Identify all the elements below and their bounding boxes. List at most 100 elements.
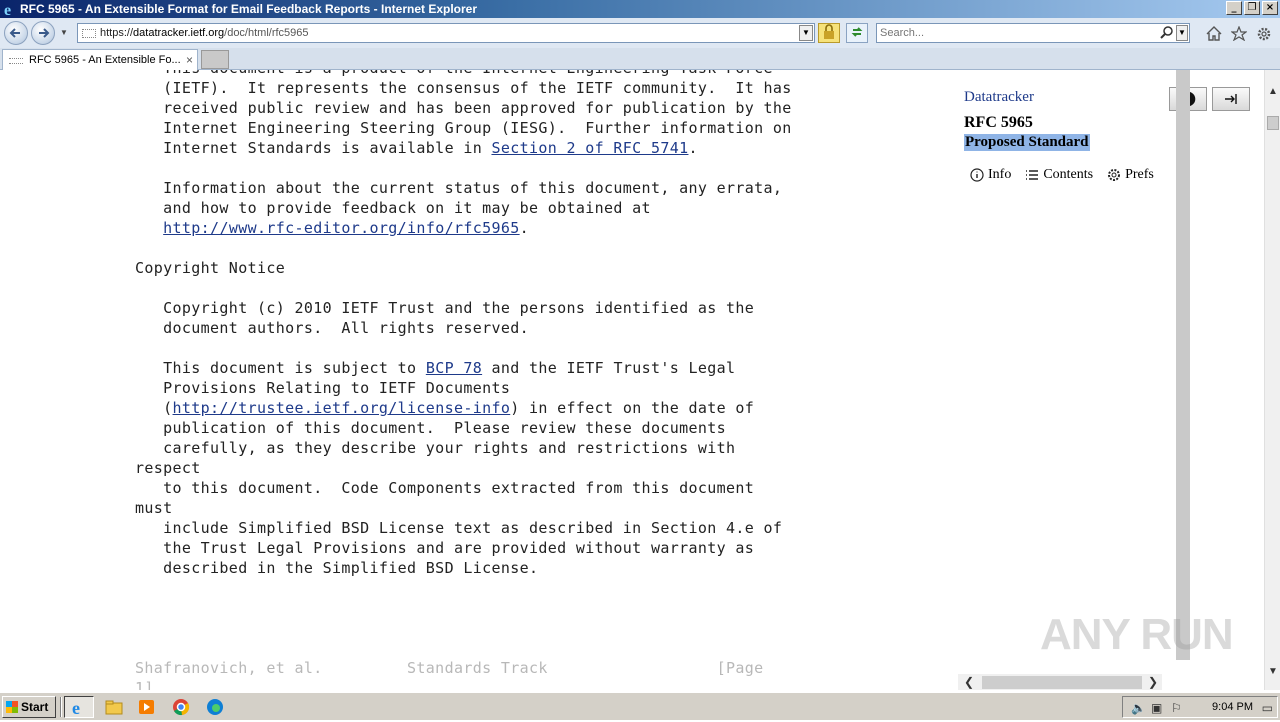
navigation-bar: ▼ https://datatracker.ietf.org/doc/html/…	[0, 18, 1280, 48]
doc-line: This document is subject to BCP 78 and t…	[135, 359, 736, 377]
status-badge: Proposed Standard	[964, 134, 1090, 151]
list-icon	[1026, 170, 1039, 180]
document-sidebar: Datatracker RFC 5965 Proposed Standard I…	[948, 70, 1250, 690]
doc-line: the Trust Legal Provisions and are provi…	[135, 539, 755, 557]
settings-gear-icon[interactable]	[1256, 26, 1272, 41]
doc-line	[135, 578, 792, 598]
tab-label: RFC 5965 - An Extensible Fo...	[29, 54, 181, 66]
arrow-right-bar-icon	[1225, 94, 1237, 104]
home-icon[interactable]	[1206, 26, 1222, 41]
forward-arrow-icon	[39, 28, 50, 38]
clock[interactable]: 9:04 PM	[1212, 701, 1253, 713]
datatracker-link[interactable]: Datatracker	[964, 89, 1034, 106]
link-bcp78[interactable]: BCP 78	[426, 359, 482, 377]
minimize-button[interactable]: _	[1226, 1, 1242, 15]
doc-line: http://www.rfc-editor.org/info/rfc5965.	[163, 219, 530, 237]
svg-text:e: e	[4, 2, 11, 17]
doc-line: must	[135, 499, 173, 517]
sidebar-vertical-scrollbar[interactable]	[1176, 70, 1190, 660]
prefs-link[interactable]: Prefs	[1107, 167, 1154, 183]
address-bar[interactable]: https://datatracker.ietf.org/doc/html/rf…	[77, 23, 815, 43]
chrome-icon[interactable]	[171, 698, 191, 716]
info-icon	[970, 168, 984, 182]
doc-line: Information about the current status of …	[135, 179, 783, 197]
search-icon[interactable]	[1160, 26, 1174, 40]
doc-line: Provisions Relating to IETF Documents	[135, 379, 511, 397]
rfc-number: RFC 5965	[964, 114, 1033, 131]
title-bar: e RFC 5965 - An Extensible Format for Em…	[0, 0, 1280, 18]
doc-line: publication of this document. Please rev…	[135, 419, 726, 437]
search-box[interactable]: ▼	[876, 23, 1190, 43]
doc-line: described in the Simplified BSD License.	[135, 559, 539, 577]
contents-link[interactable]: Contents	[1025, 167, 1093, 183]
window-title: RFC 5965 - An Extensible Format for Emai…	[20, 2, 478, 16]
internet-explorer-icon: e	[72, 698, 80, 718]
windows-logo-icon	[6, 701, 18, 713]
search-dropdown-icon[interactable]: ▼	[1176, 25, 1188, 41]
doc-line: respect	[135, 459, 201, 477]
edge-icon[interactable]	[205, 698, 225, 716]
action-center-flag-icon[interactable]: ⚐	[1171, 701, 1182, 715]
doc-line: and how to provide feedback on it may be…	[135, 199, 651, 217]
doc-line: document authors. All rights reserved.	[135, 319, 529, 337]
media-player-icon[interactable]	[137, 698, 157, 716]
doc-line	[135, 158, 792, 178]
tab-rfc5965[interactable]: RFC 5965 - An Extensible Fo... ×	[2, 49, 198, 70]
taskbar: Start e 🔈 ▣ ⚐ 9:04 PM ▭	[0, 692, 1280, 720]
url-text[interactable]: https://datatracker.ietf.org/doc/html/rf…	[100, 27, 309, 39]
doc-line: (http://trustee.ietf.org/license-info) i…	[135, 399, 755, 417]
history-dropdown-icon[interactable]: ▼	[60, 28, 68, 37]
show-desktop-icon[interactable]: ▭	[1262, 701, 1273, 715]
link-rfc-editor-info[interactable]: http://www.rfc-editor.org/info/rfc5965	[163, 219, 519, 237]
search-input[interactable]	[880, 26, 1150, 40]
doc-line	[135, 238, 792, 258]
system-tray: 🔈 ▣ ⚐ 9:04 PM ▭	[1122, 696, 1278, 718]
favorites-star-icon[interactable]	[1231, 26, 1247, 41]
gear-icon	[1108, 169, 1121, 181]
sidebar-horizontal-scrollbar[interactable]: ❮ ❯	[958, 674, 1162, 690]
refresh-icon[interactable]	[846, 23, 868, 43]
tab-page-icon	[9, 58, 23, 64]
doc-line: received public review and has been appr…	[135, 99, 792, 117]
internet-explorer-icon: e	[4, 2, 11, 17]
copyright-heading: Copyright Notice	[135, 259, 286, 277]
close-button[interactable]: ×	[1262, 1, 1278, 15]
svg-text:e: e	[72, 698, 80, 716]
scroll-down-icon[interactable]: ▼	[1268, 666, 1278, 677]
taskbar-ie-button[interactable]: e	[64, 696, 94, 718]
doc-line: Internet Standards is available in Secti…	[135, 139, 698, 157]
restore-button[interactable]: ❐	[1244, 1, 1260, 15]
page-icon	[82, 29, 96, 38]
doc-line: include Simplified BSD License text as d…	[135, 519, 783, 537]
volume-icon[interactable]: 🔈	[1131, 701, 1146, 715]
lock-icon[interactable]	[818, 23, 840, 43]
info-link[interactable]: Info	[970, 167, 1011, 183]
link-section-2-rfc5741[interactable]: Section 2 of RFC 5741	[491, 139, 688, 157]
scroll-right-icon[interactable]: ❯	[1148, 675, 1158, 689]
scroll-up-icon[interactable]: ▲	[1268, 86, 1278, 97]
tab-bar: RFC 5965 - An Extensible Fo... ×	[0, 48, 1280, 70]
doc-line	[135, 338, 792, 358]
new-tab-button[interactable]	[201, 50, 229, 69]
network-icon[interactable]: ▣	[1151, 701, 1162, 715]
doc-line	[135, 278, 792, 298]
page-footer: Shafranovich, et al. Standards Track [Pa…	[135, 659, 764, 677]
link-trustee-license[interactable]: http://trustee.ietf.org/license-info	[173, 399, 511, 417]
doc-line: This document is a product of the Intern…	[135, 70, 792, 78]
page-vertical-scrollbar[interactable]: ▲ ▼	[1264, 70, 1280, 690]
doc-line: Internet Engineering Steering Group (IES…	[135, 119, 792, 137]
start-button[interactable]: Start	[2, 696, 56, 718]
collapse-sidebar-button[interactable]	[1212, 87, 1250, 111]
page-scroll-thumb[interactable]	[1267, 116, 1279, 130]
page-footer-number: 1]	[135, 679, 154, 690]
rfc-document-text: This document is a product of the Intern…	[135, 70, 792, 690]
address-dropdown-icon[interactable]: ▼	[799, 25, 813, 41]
folder-icon[interactable]	[104, 698, 124, 716]
doc-line: Copyright (c) 2010 IETF Trust and the pe…	[135, 299, 755, 317]
forward-button[interactable]	[31, 21, 55, 45]
back-button[interactable]	[4, 21, 28, 45]
scroll-thumb[interactable]	[982, 676, 1142, 689]
taskbar-separator	[60, 697, 62, 717]
tab-close-icon[interactable]: ×	[186, 53, 193, 67]
scroll-left-icon[interactable]: ❮	[964, 675, 974, 689]
